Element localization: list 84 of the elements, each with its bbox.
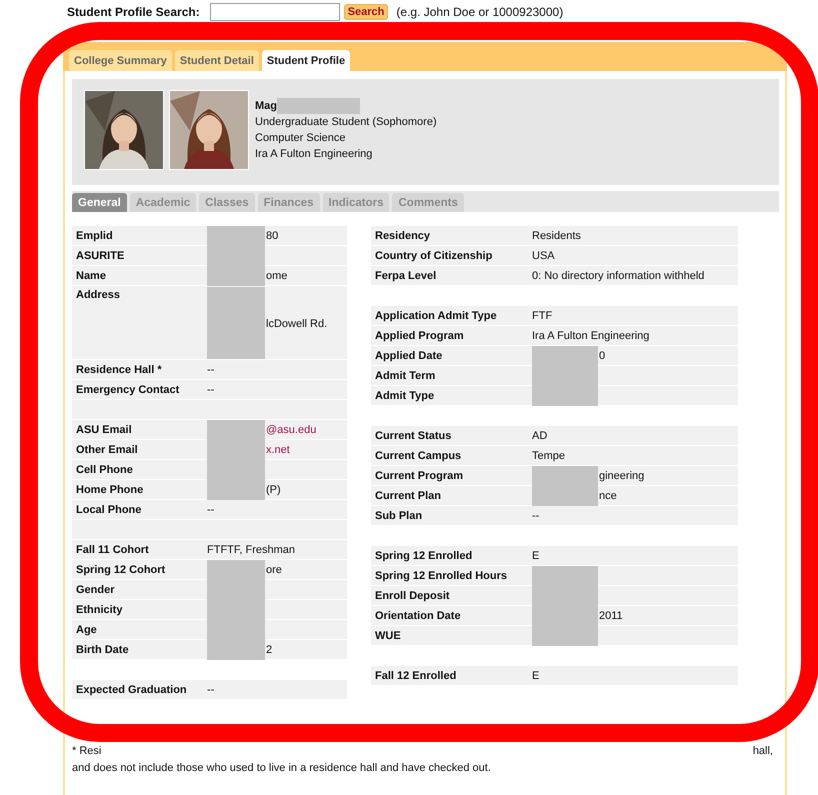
tab[interactable]: Classes [199,193,255,212]
field-value: -- [207,504,214,516]
field-label: Expected Graduation [75,684,188,696]
field-value: Ira A Fulton Engineering [532,330,650,342]
field-label: Applied Date [374,350,444,362]
search-hint: (e.g. John Doe or 1000923000) [396,5,564,19]
field-value: -- [532,510,540,522]
field-value: FTFTF, Freshman [207,544,296,556]
field-label: ASURITE [75,250,126,262]
field-label: Admit Term [374,370,436,382]
field-value: E [532,550,540,562]
field-label: Address [75,289,122,301]
tab[interactable]: Comments [392,193,464,212]
field-label: Current Plan [374,490,442,502]
field-label: Residency [374,230,432,242]
field-label: Orientation Date [374,610,462,622]
field-value: 0: No directory information withheld [532,270,704,282]
field-value: ome [266,270,288,282]
field-label: Enroll Deposit [374,590,451,602]
field-label: Admit Type [374,390,436,402]
footnote-text: and does not include those who used to live in a residence hall and have checked out. [72,761,492,776]
field-value: ore [266,564,282,576]
field-label: Name [75,270,107,282]
field-label: Applied Program [374,330,465,342]
field-label: Spring 12 Cohort [75,564,166,576]
field-label: Home Phone [75,484,144,496]
search-button[interactable]: Search [344,4,388,20]
field-label: Fall 11 Cohort [75,544,150,556]
tab[interactable]: Student Profile [262,50,350,71]
field-label: Ferpa Level [374,270,438,282]
search-field[interactable] [210,3,340,21]
tab[interactable]: Student Detail [174,50,259,71]
tab[interactable]: Indicators [322,193,390,212]
tab[interactable]: General [72,193,127,212]
field-value: -- [207,684,214,696]
field-value: 0 [599,350,606,362]
profile-detail: Ira A Fulton Engineering [255,147,374,162]
field-value: 2011 [599,610,623,622]
field-value: gineering [599,470,644,482]
tab[interactable]: Academic [130,193,196,212]
field-label: Age [75,624,98,636]
field-value: nce [599,490,617,502]
field-label: Fall 12 Enrolled [374,670,458,682]
field-label: Country of Citizenship [374,250,494,262]
search-label: Student Profile Search: [67,5,200,19]
field-label: Gender [75,584,116,596]
field-label: Current Status [374,430,452,442]
field-label: Spring 12 Enrolled Hours [374,570,508,582]
tab[interactable]: College Summary [69,50,172,71]
field-label: ASU Email [75,424,133,436]
email-link[interactable]: x.net [266,444,290,456]
field-value: Tempe [532,450,566,462]
field-label: Current Campus [374,450,462,462]
email-link[interactable]: @asu.edu [266,424,316,436]
field-value: 80 [266,230,278,242]
field-label: Emergency Contact [75,384,180,396]
field-value: 2 [266,644,272,656]
profile-detail: Computer Science [255,131,346,146]
field-value: Residents [532,230,581,242]
field-label: Birth Date [75,644,130,656]
student-name: Mag [255,100,277,112]
field-label: Ethnicity [75,604,124,616]
footnote-text: hall, [752,744,773,759]
field-label: Residence Hall * [75,364,163,376]
field-label: Emplid [75,230,114,242]
profile-detail: Undergraduate Student (Sophomore) [255,115,437,130]
field-value: (P) [266,484,281,496]
field-label: Local Phone [75,504,142,516]
tab[interactable]: Finances [258,193,320,212]
field-label: Cell Phone [75,464,134,476]
field-label: Other Email [75,444,139,456]
field-label: Application Admit Type [374,310,498,322]
field-value: FTF [532,310,552,322]
footnote-text: * Resi [72,744,102,759]
field-label: Sub Plan [374,510,424,522]
field-value: E [532,670,540,682]
field-value: -- [207,384,214,396]
field-label: WUE [374,630,402,642]
field-label: Current Program [374,470,464,482]
field-value: USA [532,250,555,262]
field-value: -- [207,364,214,376]
field-value: lcDowell Rd. [266,318,328,330]
field-label: Spring 12 Enrolled [374,550,474,562]
field-value: AD [532,430,548,442]
